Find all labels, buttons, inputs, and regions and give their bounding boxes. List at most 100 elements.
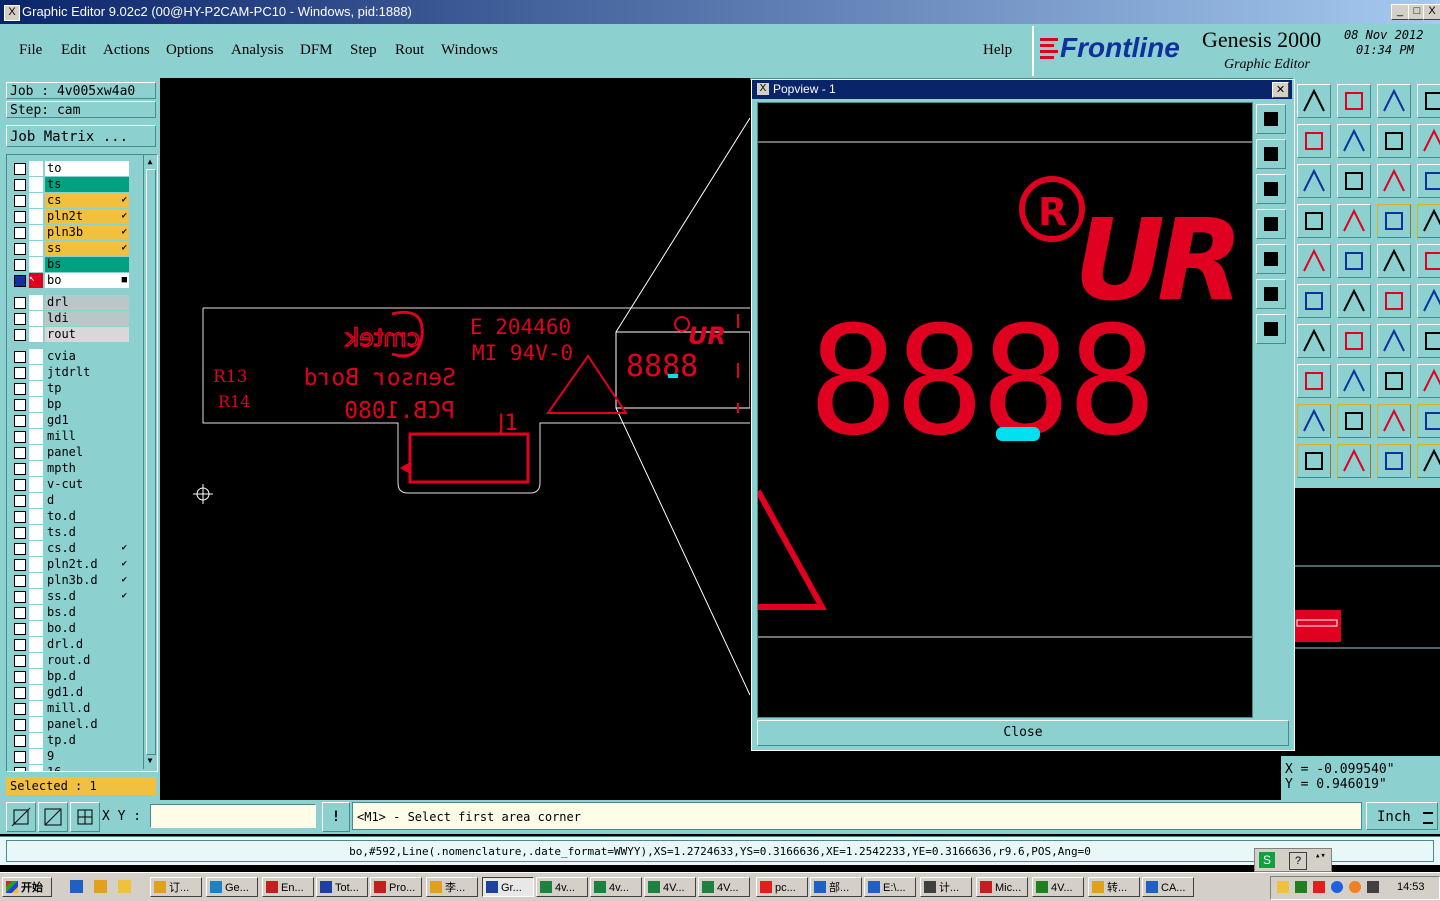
layer-checkbox[interactable] xyxy=(14,751,26,763)
layer-name[interactable]: pln2t ✔ xyxy=(45,209,129,224)
edit-path-icon[interactable] xyxy=(1417,444,1440,478)
layer-name[interactable]: cvia xyxy=(45,349,129,364)
work-layer-arrow-icon[interactable]: ↖ xyxy=(29,273,43,288)
flip-icon[interactable] xyxy=(1417,324,1440,358)
layer-name[interactable]: bs xyxy=(45,257,129,272)
triangle-top-icon[interactable] xyxy=(1377,404,1411,438)
layer-display-box[interactable] xyxy=(29,477,43,492)
ime-s-icon[interactable]: S xyxy=(1259,852,1275,868)
menu-dfm[interactable]: DFM xyxy=(300,42,333,59)
layer-row-mill-d[interactable]: mill.d xyxy=(11,701,129,716)
circle-icon[interactable] xyxy=(1417,244,1440,278)
menu-edit[interactable]: Edit xyxy=(61,42,86,59)
layer-display-box[interactable] xyxy=(29,701,43,716)
taskbar-item[interactable]: Mic... xyxy=(976,877,1028,897)
taskbar-item[interactable]: 部... xyxy=(810,877,862,897)
taskbar-item[interactable]: Ge... xyxy=(206,877,258,897)
layer-name[interactable]: drl xyxy=(45,295,129,310)
zoom-fit-icon[interactable] xyxy=(1297,84,1331,118)
layer-display-box[interactable] xyxy=(29,327,43,342)
taskbar-item[interactable]: 4V... xyxy=(1032,877,1084,897)
layer-row-rout[interactable]: rout xyxy=(11,327,129,342)
layer-checkbox[interactable] xyxy=(14,259,26,271)
layer-checkbox[interactable] xyxy=(14,297,26,309)
taskbar-item[interactable]: 转... xyxy=(1088,877,1140,897)
grid-snap-icon[interactable] xyxy=(70,802,100,832)
job-matrix-button[interactable]: Job Matrix ... xyxy=(6,125,156,147)
layer-checkbox[interactable] xyxy=(14,479,26,491)
layer-name[interactable]: jtdrlt xyxy=(45,365,129,380)
pointer-icon[interactable] xyxy=(1377,444,1411,478)
scroll-up-icon[interactable]: ▲ xyxy=(145,157,155,167)
layer-row-gd1-d[interactable]: gd1.d xyxy=(11,685,129,700)
layer-checkbox[interactable] xyxy=(14,703,26,715)
help-query-icon[interactable] xyxy=(1417,164,1440,198)
layer-checkbox[interactable] xyxy=(14,447,26,459)
layer-name[interactable]: bp.d xyxy=(45,669,129,684)
taskbar-item[interactable]: 4V... xyxy=(698,877,750,897)
layer-row-ts-d[interactable]: ts.d xyxy=(11,525,129,540)
menu-options[interactable]: Options xyxy=(166,42,214,59)
arc-icon[interactable] xyxy=(1377,324,1411,358)
layer-display-box[interactable] xyxy=(29,365,43,380)
units-menu-icon[interactable] xyxy=(1423,812,1433,824)
layer-name[interactable]: pln2t.d ✔ xyxy=(45,557,129,572)
popview-window[interactable]: X Popview - 1 ✕ R UR 8888 Close xyxy=(751,79,1295,751)
grid-icon[interactable] xyxy=(1337,204,1371,238)
layer-name[interactable]: tp xyxy=(45,381,129,396)
pan-right-icon[interactable] xyxy=(1337,124,1371,158)
layer-row-pln3b-d[interactable]: pln3b.d ✔ xyxy=(11,573,129,588)
ql-desktop-icon[interactable] xyxy=(94,880,107,893)
redraw-icon[interactable] xyxy=(1377,124,1411,158)
layer-checkbox[interactable] xyxy=(14,671,26,683)
layer-row-mill[interactable]: mill xyxy=(11,429,129,444)
angle-icon[interactable] xyxy=(1297,324,1331,358)
alert-icon[interactable]: ! xyxy=(322,802,350,832)
layer-row-drl-d[interactable]: drl.d xyxy=(11,637,129,652)
layer-checkbox[interactable] xyxy=(14,591,26,603)
popview-fit-icon[interactable] xyxy=(1256,279,1286,309)
diagonal-icon[interactable] xyxy=(1337,324,1371,358)
pad-icon[interactable] xyxy=(1297,244,1331,278)
layer-display-box[interactable] xyxy=(29,733,43,748)
layer-display-box[interactable] xyxy=(29,193,43,208)
net-select-icon[interactable] xyxy=(1417,204,1440,238)
layer-display-box[interactable] xyxy=(29,161,43,176)
menu-help[interactable]: Help xyxy=(983,42,1012,59)
overview-canvas[interactable] xyxy=(1293,488,1440,756)
hline-icon[interactable] xyxy=(1337,364,1371,398)
layer-checkbox[interactable] xyxy=(14,399,26,411)
layer-checkbox[interactable] xyxy=(14,687,26,699)
select-alt-icon[interactable] xyxy=(1337,444,1371,478)
layer-checkbox[interactable] xyxy=(14,559,26,571)
taskbar-item[interactable]: CA... xyxy=(1142,877,1194,897)
layer-row-pln3b[interactable]: pln3b ✔ xyxy=(11,225,129,240)
layer-checkbox[interactable] xyxy=(14,607,26,619)
menu-actions[interactable]: Actions xyxy=(103,42,150,59)
layer-row-bo[interactable]: ↖ bo ■ xyxy=(11,273,129,288)
layer-display-box[interactable] xyxy=(29,429,43,444)
layer-name[interactable]: drl.d xyxy=(45,637,129,652)
shape-icon[interactable] xyxy=(1417,364,1440,398)
close-window-button[interactable]: X xyxy=(1423,4,1440,20)
fit-icon[interactable] xyxy=(1297,164,1331,198)
popview-zoom-icon[interactable] xyxy=(1256,104,1286,134)
layer-name[interactable]: pln3b ✔ xyxy=(45,225,129,240)
taskbar-item[interactable]: Gr... xyxy=(482,877,534,897)
taskbar-item[interactable]: 订... xyxy=(150,877,202,897)
measure-icon[interactable] xyxy=(1297,204,1331,238)
layer-checkbox[interactable] xyxy=(14,463,26,475)
line-icon[interactable] xyxy=(1337,244,1371,278)
taskbar-item[interactable]: E:\... xyxy=(864,877,916,897)
layer-row-v-cut[interactable]: v-cut xyxy=(11,477,129,492)
taskbar-item[interactable]: 4V... xyxy=(644,877,696,897)
layer-display-box[interactable] xyxy=(29,311,43,326)
layer-checkbox[interactable] xyxy=(14,313,26,325)
layer-name[interactable]: gd1 xyxy=(45,413,129,428)
layer-name[interactable]: 16 xyxy=(45,765,129,771)
help-icon[interactable]: ? xyxy=(1289,852,1307,870)
snap-end-icon[interactable] xyxy=(1417,284,1440,318)
ql-ie-icon[interactable] xyxy=(70,880,83,893)
taskbar-item[interactable]: 计... xyxy=(920,877,972,897)
node-icon[interactable] xyxy=(1297,364,1331,398)
